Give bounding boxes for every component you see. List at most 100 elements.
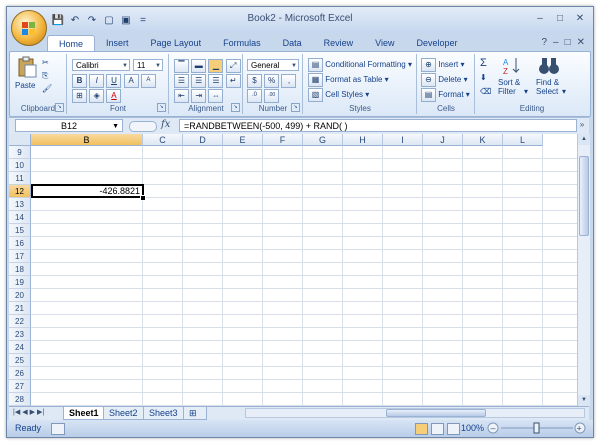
sheet-tab-sheet2[interactable]: Sheet2 [103, 407, 144, 420]
tab-insert[interactable]: Insert [95, 35, 140, 51]
formula-bar-splitter[interactable] [129, 121, 157, 132]
row-header[interactable]: 16 [9, 237, 31, 250]
name-box[interactable]: B12 ▼ [15, 119, 123, 132]
number-format-select[interactable]: General ▼ [247, 59, 299, 71]
row-header[interactable]: 22 [9, 315, 31, 328]
fill-handle[interactable] [140, 195, 146, 201]
copy-icon[interactable]: ⎘ [42, 71, 48, 81]
vertical-scroll-thumb[interactable] [579, 156, 589, 236]
horizontal-scrollbar[interactable] [245, 408, 585, 418]
row-header[interactable]: 25 [9, 354, 31, 367]
next-sheet-icon[interactable]: ▶ [30, 408, 35, 416]
minimize-button[interactable]: – [531, 12, 549, 26]
clipboard-launcher-icon[interactable]: ↘ [55, 103, 64, 112]
page-layout-view-icon[interactable] [431, 423, 444, 435]
insert-function-button[interactable]: fx [161, 119, 170, 130]
percent-button[interactable]: % [264, 74, 280, 88]
column-header[interactable]: B [31, 134, 143, 146]
align-middle-icon[interactable]: ▬ [191, 59, 207, 73]
cell-styles-button[interactable]: ▧ Cell Styles ▾ [308, 88, 369, 102]
row-header[interactable]: 21 [9, 302, 31, 315]
cut-icon[interactable]: ✂ [42, 58, 49, 67]
maximize-button[interactable]: □ [551, 12, 569, 26]
row-header[interactable]: 18 [9, 263, 31, 276]
column-header[interactable]: G [303, 134, 343, 146]
sheet-tab-sheet3[interactable]: Sheet3 [143, 407, 184, 420]
scroll-down-icon[interactable]: ▼ [578, 395, 590, 406]
row-header[interactable]: 12 [9, 185, 31, 198]
active-cell[interactable]: -426.8821 [31, 184, 144, 198]
horizontal-scroll-thumb[interactable] [386, 409, 486, 417]
column-header[interactable]: F [263, 134, 303, 146]
ribbon-restore-icon[interactable]: □ [565, 37, 571, 48]
column-header[interactable]: J [423, 134, 463, 146]
sheet-tab-sheet1[interactable]: Sheet1 [63, 407, 105, 420]
row-header[interactable]: 11 [9, 172, 31, 185]
increase-indent-icon[interactable]: ⇥ [191, 89, 207, 103]
font-name-select[interactable]: Calibri ▼ [72, 59, 130, 71]
column-header[interactable]: H [343, 134, 383, 146]
format-painter-icon[interactable]: 🖌 [42, 84, 52, 93]
insert-cells-button[interactable]: ⊕ Insert ▾ [421, 58, 465, 72]
worksheet-grid[interactable]: B C D E F G H I J K L 9 10 11 12 13 14 15 16 17 18 19 20 21 22 23… [9, 134, 577, 406]
fill-icon[interactable]: ⬇ [480, 73, 487, 82]
align-right-icon[interactable]: ☰ [208, 74, 224, 88]
ribbon-close-icon[interactable]: ✕ [577, 37, 585, 48]
comma-button[interactable]: , [281, 74, 297, 88]
column-header[interactable]: C [143, 134, 183, 146]
underline-button[interactable]: U [106, 74, 122, 88]
alignment-launcher-icon[interactable]: ↘ [231, 103, 240, 112]
paste-button[interactable] [16, 56, 38, 80]
number-launcher-icon[interactable]: ↘ [291, 103, 300, 112]
tab-formulas[interactable]: Formulas [212, 35, 272, 51]
tab-review[interactable]: Review [313, 35, 365, 51]
row-header[interactable]: 17 [9, 250, 31, 263]
format-as-table-button[interactable]: ▦ Format as Table ▾ [308, 73, 389, 87]
help-icon[interactable]: ? [541, 37, 547, 48]
currency-button[interactable]: $ [247, 74, 262, 88]
row-header[interactable]: 28 [9, 393, 31, 406]
font-launcher-icon[interactable]: ↘ [157, 103, 166, 112]
format-cells-button[interactable]: ▤ Format ▾ [421, 88, 470, 102]
decrease-decimal-button[interactable]: .00 [264, 89, 280, 103]
wrap-text-icon[interactable]: ↵ [225, 74, 241, 88]
grow-font-button[interactable]: A [123, 74, 139, 88]
tab-view[interactable]: View [364, 35, 405, 51]
bold-button[interactable]: B [72, 74, 87, 88]
select-all-corner[interactable] [9, 134, 31, 146]
row-header[interactable]: 10 [9, 159, 31, 172]
column-header[interactable]: I [383, 134, 423, 146]
find-select-button[interactable] [538, 56, 560, 78]
prev-sheet-icon[interactable]: ◀ [22, 408, 27, 416]
row-header[interactable]: 23 [9, 328, 31, 341]
align-bottom-icon[interactable]: ▁ [208, 59, 224, 73]
italic-button[interactable]: I [89, 74, 105, 88]
align-left-icon[interactable]: ☰ [174, 74, 189, 88]
row-header[interactable]: 13 [9, 198, 31, 211]
row-header[interactable]: 15 [9, 224, 31, 237]
column-header[interactable]: E [223, 134, 263, 146]
delete-cells-button[interactable]: ⊖ Delete ▾ [421, 73, 468, 87]
normal-view-icon[interactable] [415, 423, 428, 435]
orientation-icon[interactable]: ⤢ [225, 59, 241, 73]
row-header[interactable]: 9 [9, 146, 31, 159]
office-button[interactable] [11, 10, 47, 46]
scroll-up-icon[interactable]: ▲ [578, 134, 590, 145]
insert-sheet-icon[interactable]: ⊞ [183, 407, 207, 420]
font-size-select[interactable]: 11 ▼ [133, 59, 163, 71]
sort-filter-button[interactable]: AZ [502, 56, 524, 78]
row-header[interactable]: 26 [9, 367, 31, 380]
font-color-icon[interactable]: A [106, 89, 122, 103]
ribbon-minimize-icon[interactable]: – [553, 37, 559, 48]
row-header[interactable]: 19 [9, 276, 31, 289]
last-sheet-icon[interactable]: ▶| [37, 408, 44, 416]
zoom-slider[interactable]: – + [487, 422, 587, 434]
column-header[interactable]: K [463, 134, 503, 146]
column-header[interactable]: L [503, 134, 543, 146]
vertical-scrollbar[interactable]: ▲ ▼ [577, 134, 590, 406]
tab-page-layout[interactable]: Page Layout [140, 35, 213, 51]
column-header[interactable]: D [183, 134, 223, 146]
row-header[interactable]: 24 [9, 341, 31, 354]
close-button[interactable]: ✕ [571, 12, 589, 26]
formula-input[interactable]: =RANDBETWEEN(-500, 499) + RAND( ) [179, 119, 577, 132]
